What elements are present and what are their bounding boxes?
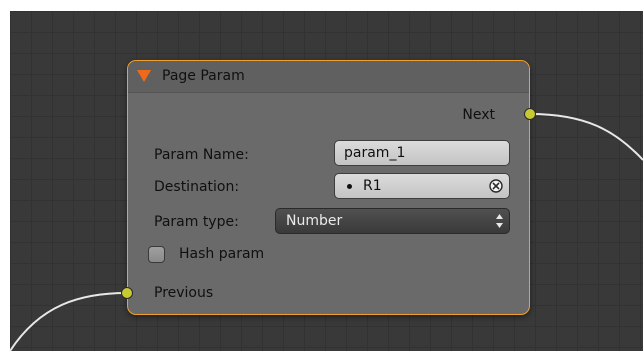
page-param-node[interactable]: Page Param Next Param Name: param_1 Dest…	[127, 60, 530, 315]
input-socket-label: Previous	[154, 285, 214, 301]
destination-input[interactable]: R1	[334, 173, 510, 199]
collapse-triangle-icon[interactable]	[137, 70, 151, 82]
destination-value: R1	[363, 178, 382, 194]
param-name-label: Param Name:	[154, 147, 249, 163]
param-type-value: Number	[286, 213, 343, 229]
param-type-label: Param type:	[154, 214, 239, 230]
up-down-arrows-icon	[496, 214, 503, 228]
hash-param-label[interactable]: Hash param	[179, 246, 264, 262]
node-header[interactable]: Page Param	[128, 61, 529, 93]
output-socket-label: Next	[462, 107, 495, 123]
dot-icon	[347, 184, 352, 189]
node-title: Page Param	[162, 68, 245, 84]
hash-param-checkbox[interactable]	[148, 246, 165, 263]
clear-icon[interactable]	[489, 179, 503, 193]
destination-label: Destination:	[154, 179, 240, 195]
param-name-value: param_1	[344, 145, 406, 161]
param-name-input[interactable]: param_1	[334, 140, 510, 166]
param-type-select[interactable]: Number	[275, 208, 510, 234]
